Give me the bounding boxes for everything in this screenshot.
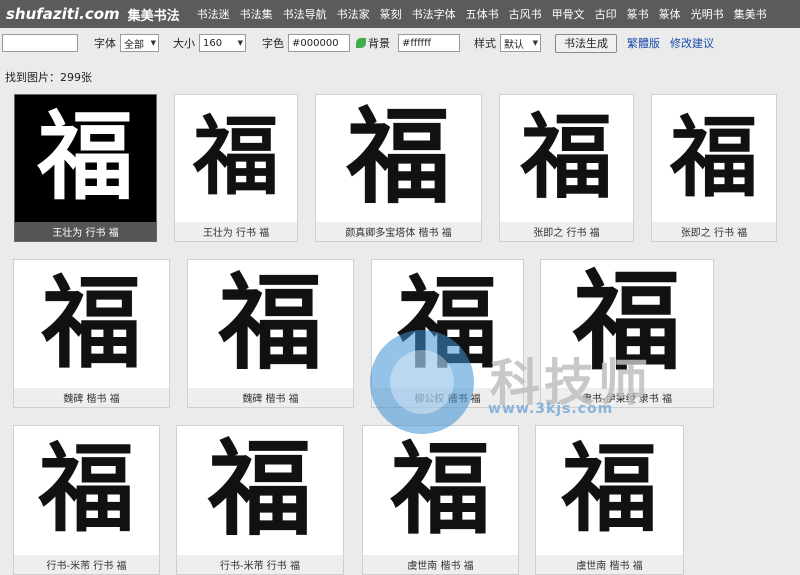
chevron-down-icon: ▼ [237, 39, 243, 47]
result-count: 找到图片：299张 [5, 71, 92, 84]
color-label: 字色 [262, 37, 284, 50]
calligraphy-glyph: 福 [397, 263, 498, 382]
style-select[interactable]: 默认 ▼ [500, 34, 541, 52]
font-label: 字体 [94, 37, 116, 50]
result-caption: 行书-米芾 行书 福 [14, 555, 159, 574]
result-card[interactable]: 福 张即之 行书 福 [651, 94, 777, 242]
bg-color-input[interactable] [398, 34, 460, 52]
result-card[interactable]: 福 王壮为 行书 福 [174, 94, 298, 242]
font-select[interactable]: 全部 ▼ [120, 34, 159, 52]
nav-item[interactable]: 集美书 [729, 6, 772, 22]
nav-item[interactable]: 书法集 [235, 6, 278, 22]
result-card[interactable]: 福 张即之 行书 福 [499, 94, 634, 242]
nav-item[interactable]: 书法家 [332, 6, 375, 22]
result-caption: 魏碑 楷书 福 [188, 388, 353, 407]
nav-item[interactable]: 五体书 [461, 6, 504, 22]
leaf-icon [356, 38, 366, 48]
nav-item[interactable]: 书法迷 [192, 6, 235, 22]
nav-item[interactable]: 书法字体 [407, 6, 461, 22]
text-input[interactable] [2, 34, 78, 52]
feedback-link[interactable]: 修改建议 [670, 35, 714, 51]
result-card[interactable]: 福 颜真卿多宝塔体 楷书 福 [315, 94, 482, 242]
nav-item[interactable]: 光明书 [686, 6, 729, 22]
font-select-value: 全部 [124, 39, 144, 51]
result-card[interactable]: 福 魏碑 楷书 福 [13, 259, 170, 408]
top-nav-bar: shufaziti.com 集美书法 书法迷 书法集 书法导航 书法家 篆刻 书… [0, 0, 800, 28]
result-caption: 张即之 行书 福 [652, 222, 776, 241]
result-caption: 王壮为 行书 福 [15, 222, 156, 241]
calligraphy-glyph: 福 [520, 103, 613, 211]
result-caption: 王壮为 行书 福 [175, 222, 297, 241]
result-caption: 颜真卿多宝塔体 楷书 福 [316, 222, 481, 241]
calligraphy-glyph: 福 [572, 259, 681, 385]
calligraphy-glyph: 福 [207, 427, 312, 550]
result-card[interactable]: 福 虞世南 楷书 福 [535, 425, 684, 575]
size-label: 大小 [173, 37, 195, 50]
nav-item[interactable]: 古印 [590, 6, 622, 22]
calligraphy-glyph: 福 [37, 100, 134, 213]
calligraphy-glyph: 福 [193, 106, 279, 207]
result-card[interactable]: 福 隶书-伊秉绶 隶书 福 [540, 259, 714, 408]
calligraphy-glyph: 福 [41, 263, 142, 382]
calligraphy-glyph: 福 [346, 95, 451, 218]
traditional-version-link[interactable]: 繁體版 [627, 35, 660, 51]
size-select[interactable]: 160 ▼ [199, 34, 246, 52]
nav-item[interactable]: 篆刻 [375, 6, 407, 22]
bg-label: 背景 [368, 37, 390, 50]
nav-item[interactable]: 甲骨文 [547, 6, 590, 22]
result-caption: 行书-米芾 行书 福 [177, 555, 343, 574]
calligraphy-glyph: 福 [38, 432, 135, 545]
nav-menu: 书法迷 书法集 书法导航 书法家 篆刻 书法字体 五体书 古风书 甲骨文 古印 … [192, 6, 772, 22]
generator-toolbar: 字体 全部 ▼ 大小 160 ▼ 字色 背景 样式 默认 ▼ 书法生成 繁體版 修改建… [0, 32, 800, 54]
style-label: 样式 [474, 37, 496, 50]
result-caption: 张即之 行书 福 [500, 222, 633, 241]
result-card[interactable]: 福 虞世南 楷书 福 [362, 425, 519, 575]
result-caption: 柳公权 楷书 福 [372, 388, 523, 407]
result-card[interactable]: 福 柳公权 楷书 福 [371, 259, 524, 408]
result-card[interactable]: 福 魏碑 楷书 福 [187, 259, 354, 408]
style-select-value: 默认 [504, 39, 524, 51]
calligraphy-glyph: 福 [669, 105, 758, 209]
nav-item[interactable]: 篆书 [622, 6, 654, 22]
nav-item[interactable]: 古风书 [504, 6, 547, 22]
result-card[interactable]: 福 行书-米芾 行书 福 [13, 425, 160, 575]
site-logo-cn[interactable]: 集美书法 [128, 5, 180, 24]
result-card[interactable]: 福 王壮为 行书 福 [14, 94, 157, 242]
calligraphy-glyph: 福 [390, 430, 491, 548]
result-caption: 隶书-伊秉绶 隶书 福 [541, 388, 713, 407]
result-caption: 虞世南 楷书 福 [536, 555, 683, 574]
text-color-input[interactable] [288, 34, 350, 52]
nav-item[interactable]: 篆体 [654, 6, 686, 22]
chevron-down-icon: ▼ [150, 39, 156, 47]
result-caption: 虞世南 楷书 福 [363, 555, 518, 574]
result-card[interactable]: 福 行书-米芾 行书 福 [176, 425, 344, 575]
result-caption: 魏碑 楷书 福 [14, 388, 169, 407]
chevron-down-icon: ▼ [532, 39, 538, 47]
calligraphy-glyph: 福 [218, 260, 323, 384]
nav-item[interactable]: 书法导航 [278, 6, 332, 22]
calligraphy-glyph: 福 [561, 432, 658, 545]
size-select-value: 160 [203, 37, 223, 49]
site-logo[interactable]: shufaziti.com [6, 5, 120, 23]
generate-button[interactable]: 书法生成 [555, 33, 617, 53]
